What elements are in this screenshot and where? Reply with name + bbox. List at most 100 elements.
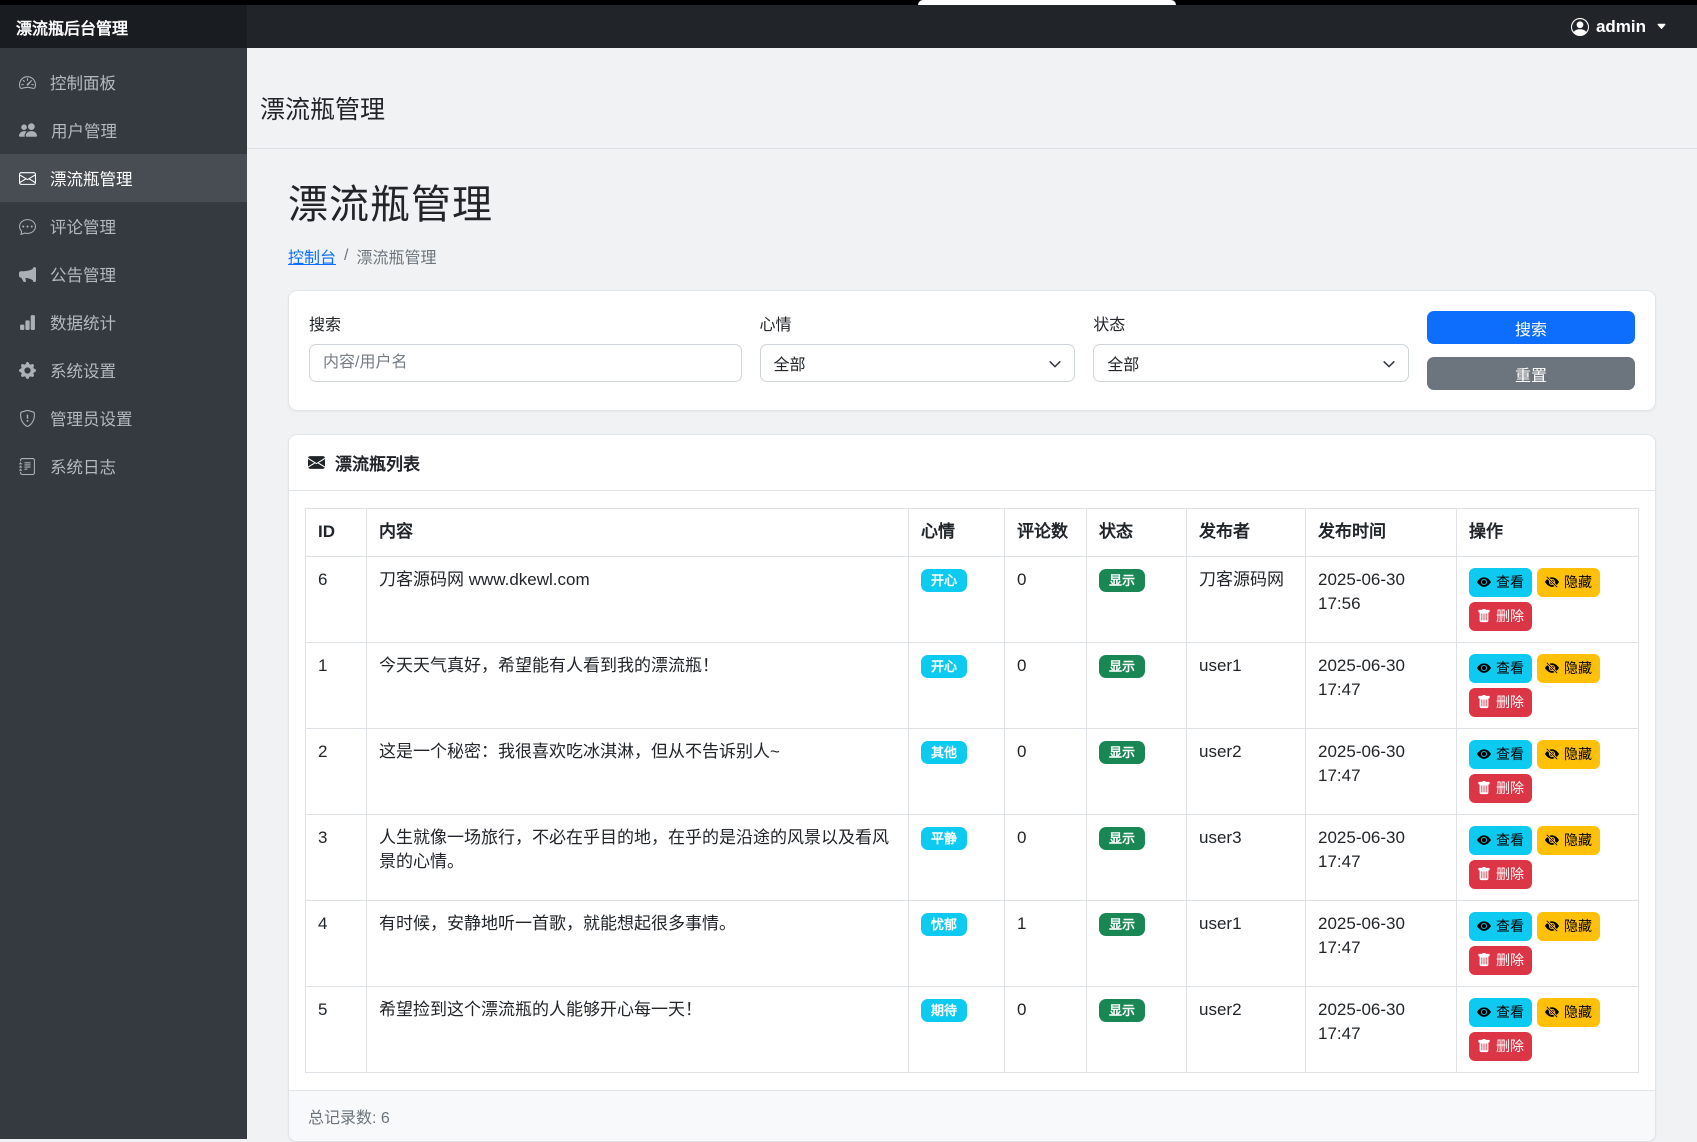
cell-status: 显示 <box>1087 728 1187 814</box>
sidebar-item-dashboard[interactable]: 控制面板 <box>0 58 247 106</box>
cell-publisher: user3 <box>1187 814 1306 900</box>
sidebar-item-system-settings[interactable]: 系统设置 <box>0 346 247 394</box>
cell-actions: 查看 隐藏 删除 <box>1457 728 1639 814</box>
status-select[interactable]: 全部 <box>1093 344 1409 382</box>
status-badge: 显示 <box>1099 999 1145 1022</box>
eye-slash-icon <box>1545 575 1559 589</box>
status-badge: 显示 <box>1099 913 1145 936</box>
view-button[interactable]: 查看 <box>1469 568 1532 597</box>
chevron-down-icon <box>1048 357 1062 371</box>
view-button[interactable]: 查看 <box>1469 998 1532 1027</box>
view-button[interactable]: 查看 <box>1469 654 1532 683</box>
sidebar-item-bottles[interactable]: 漂流瓶管理 <box>0 154 247 202</box>
search-input[interactable] <box>309 344 742 382</box>
status-badge: 显示 <box>1099 741 1145 764</box>
mood-group: 心情 全部 <box>760 311 1076 382</box>
view-button[interactable]: 查看 <box>1469 826 1532 855</box>
trash-icon <box>1477 953 1491 967</box>
sidebar-item-label: 公告管理 <box>50 262 116 286</box>
delete-button[interactable]: 删除 <box>1469 946 1532 975</box>
hide-button[interactable]: 隐藏 <box>1537 568 1600 597</box>
sidebar-item-announcements[interactable]: 公告管理 <box>0 250 247 298</box>
trash-icon <box>1477 609 1491 623</box>
cell-status: 显示 <box>1087 642 1187 728</box>
content-topbar: 漂流瓶管理 <box>247 48 1697 149</box>
sidebar-item-statistics[interactable]: 数据统计 <box>0 298 247 346</box>
col-time: 发布时间 <box>1306 509 1457 557</box>
chevron-down-icon <box>1382 357 1396 371</box>
trash-icon <box>1477 867 1491 881</box>
user-menu[interactable]: admin <box>1571 17 1697 37</box>
col-publisher: 发布者 <box>1187 509 1306 557</box>
col-actions: 操作 <box>1457 509 1639 557</box>
delete-button[interactable]: 删除 <box>1469 774 1532 803</box>
mood-label: 心情 <box>760 311 1076 335</box>
sidebar-item-label: 系统日志 <box>50 454 116 478</box>
bottle-list-card: 漂流瓶列表 ID 内容 心情 评论数 状态 发布者 发布时间 <box>288 434 1656 1142</box>
shield-icon <box>19 410 36 427</box>
cell-publisher: user1 <box>1187 900 1306 986</box>
hide-button[interactable]: 隐藏 <box>1537 826 1600 855</box>
view-button[interactable]: 查看 <box>1469 912 1532 941</box>
list-card-body: ID 内容 心情 评论数 状态 发布者 发布时间 操作 6 刀客源码网 www.… <box>289 491 1655 1090</box>
hide-button[interactable]: 隐藏 <box>1537 912 1600 941</box>
sidebar-item-label: 系统设置 <box>50 358 116 382</box>
sidebar-item-comments[interactable]: 评论管理 <box>0 202 247 250</box>
view-button[interactable]: 查看 <box>1469 740 1532 769</box>
cell-actions: 查看 隐藏 删除 <box>1457 814 1639 900</box>
cell-time: 2025-06-30 17:47 <box>1306 814 1457 900</box>
table-row: 6 刀客源码网 www.dkewl.com 开心 0 显示 刀客源码网 2025… <box>306 556 1639 642</box>
table-row: 4 有时候，安静地听一首歌，就能想起很多事情。 忧郁 1 显示 user1 20… <box>306 900 1639 986</box>
eye-icon <box>1477 1005 1491 1019</box>
eye-icon <box>1477 919 1491 933</box>
cell-publisher: user2 <box>1187 728 1306 814</box>
sidebar: 控制面板 用户管理 漂流瓶管理 评论管理 公告管理 数据统计 系统设置 管理员设… <box>0 48 247 1139</box>
delete-button[interactable]: 删除 <box>1469 860 1532 889</box>
cell-time: 2025-06-30 17:47 <box>1306 900 1457 986</box>
cell-comments: 0 <box>1005 728 1087 814</box>
users-icon <box>19 121 37 139</box>
cell-comments: 1 <box>1005 900 1087 986</box>
table-row: 1 今天天气真好，希望能有人看到我的漂流瓶！ 开心 0 显示 user1 202… <box>306 642 1639 728</box>
hide-button[interactable]: 隐藏 <box>1537 740 1600 769</box>
page-title: 漂流瓶管理 <box>288 172 1656 230</box>
table-row: 3 人生就像一场旅行，不必在乎目的地，在乎的是沿途的风景以及看风景的心情。 平静… <box>306 814 1639 900</box>
top-navbar: 漂流瓶后台管理 admin <box>0 5 1697 48</box>
breadcrumb-home-link[interactable]: 控制台 <box>288 244 336 268</box>
delete-button[interactable]: 删除 <box>1469 1032 1532 1061</box>
cell-content: 今天天气真好，希望能有人看到我的漂流瓶！ <box>367 642 909 728</box>
sidebar-item-label: 评论管理 <box>50 214 116 238</box>
breadcrumb-current: 漂流瓶管理 <box>356 244 436 268</box>
cell-status: 显示 <box>1087 556 1187 642</box>
sidebar-item-admin-settings[interactable]: 管理员设置 <box>0 394 247 442</box>
delete-button[interactable]: 删除 <box>1469 688 1532 717</box>
mood-select[interactable]: 全部 <box>760 344 1076 382</box>
eye-icon <box>1477 833 1491 847</box>
envelope-icon <box>308 454 325 471</box>
eye-slash-icon <box>1545 1005 1559 1019</box>
cell-status: 显示 <box>1087 814 1187 900</box>
brand-title[interactable]: 漂流瓶后台管理 <box>0 5 247 48</box>
hide-button[interactable]: 隐藏 <box>1537 998 1600 1027</box>
envelope-icon <box>19 170 36 187</box>
cell-actions: 查看 隐藏 删除 <box>1457 986 1639 1072</box>
col-id: ID <box>306 509 367 557</box>
status-label: 状态 <box>1093 311 1409 335</box>
reset-button[interactable]: 重置 <box>1427 357 1635 390</box>
sidebar-item-system-logs[interactable]: 系统日志 <box>0 442 247 490</box>
hide-button[interactable]: 隐藏 <box>1537 654 1600 683</box>
browser-tab <box>918 0 1176 5</box>
cell-id: 2 <box>306 728 367 814</box>
delete-button[interactable]: 删除 <box>1469 602 1532 631</box>
search-group: 搜索 <box>309 311 742 382</box>
cell-mood: 开心 <box>909 642 1005 728</box>
search-button[interactable]: 搜索 <box>1427 311 1635 344</box>
sidebar-item-users[interactable]: 用户管理 <box>0 106 247 154</box>
eye-icon <box>1477 575 1491 589</box>
total-records: 总记录数: 6 <box>308 1110 390 1127</box>
cell-publisher: user1 <box>1187 642 1306 728</box>
trash-icon <box>1477 781 1491 795</box>
eye-icon <box>1477 661 1491 675</box>
sidebar-item-label: 用户管理 <box>51 118 117 142</box>
mood-select-value: 全部 <box>774 351 806 375</box>
